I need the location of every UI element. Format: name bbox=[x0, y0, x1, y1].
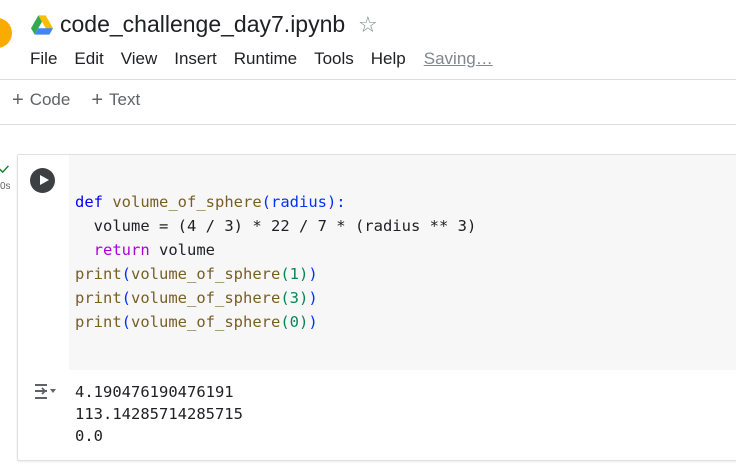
code-token: print bbox=[75, 313, 122, 331]
menu-edit[interactable]: Edit bbox=[74, 49, 103, 71]
menu-view[interactable]: View bbox=[121, 49, 158, 71]
code-token: ) bbox=[308, 265, 318, 283]
colab-logo-icon[interactable] bbox=[0, 18, 12, 48]
cell-gutter bbox=[18, 155, 68, 370]
add-text-label: Text bbox=[109, 90, 141, 109]
code-editor[interactable]: def volume_of_sphere(radius): volume = (… bbox=[69, 155, 736, 370]
menu-runtime[interactable]: Runtime bbox=[234, 49, 297, 71]
plus-icon: + bbox=[91, 89, 104, 111]
add-code-label: Code bbox=[29, 90, 71, 109]
menu-tools[interactable]: Tools bbox=[314, 49, 354, 71]
code-token: volume_of_sphere bbox=[112, 193, 262, 211]
code-token: (1) bbox=[280, 265, 309, 283]
code-token: volume bbox=[149, 241, 215, 259]
code-token: ( bbox=[121, 313, 132, 331]
add-code-button[interactable]: + Code bbox=[12, 90, 70, 110]
code-token: (3) bbox=[280, 289, 309, 307]
menu-help[interactable]: Help bbox=[371, 49, 406, 71]
menu-insert[interactable]: Insert bbox=[174, 49, 217, 71]
code-token: volume_of_sphere bbox=[131, 313, 281, 331]
code-token: return bbox=[93, 241, 150, 259]
menu-bar: File Edit View Insert Runtime Tools Help… bbox=[30, 49, 493, 71]
add-text-button[interactable]: + Text bbox=[91, 90, 140, 110]
code-token: def bbox=[75, 193, 103, 211]
notebook-title[interactable]: code_challenge_day7.ipynb bbox=[60, 11, 345, 38]
output-line: 113.14285714285715 bbox=[75, 405, 243, 423]
code-token: volume_of_sphere bbox=[131, 289, 281, 307]
code-token: (0) bbox=[280, 313, 309, 331]
code-token: ( bbox=[121, 289, 132, 307]
header-divider bbox=[0, 79, 736, 80]
code-token: volume_of_sphere bbox=[131, 265, 281, 283]
code-text[interactable]: def volume_of_sphere(radius): volume = (… bbox=[75, 190, 476, 334]
google-drive-icon bbox=[31, 15, 53, 35]
code-cell[interactable]: def volume_of_sphere(radius): volume = (… bbox=[17, 154, 736, 461]
output-menu-icon[interactable] bbox=[32, 381, 58, 403]
cell-output: 4.190476190476191 113.14285714285715 0.0 bbox=[75, 381, 243, 447]
toolbar: + Code + Text bbox=[12, 90, 161, 110]
plus-icon: + bbox=[12, 89, 24, 111]
checkmark-icon bbox=[0, 165, 9, 173]
star-icon[interactable]: ☆ bbox=[358, 12, 378, 38]
code-token: ) bbox=[308, 313, 318, 331]
save-status[interactable]: Saving… bbox=[424, 49, 493, 71]
toolbar-divider bbox=[0, 124, 736, 125]
code-token: ( bbox=[121, 265, 132, 283]
code-token: (4 / 3) * 22 / 7 * (radius ** 3) bbox=[177, 217, 477, 235]
output-line: 4.190476190476191 bbox=[75, 383, 234, 401]
code-token: print bbox=[75, 289, 122, 307]
execution-time: 0s bbox=[0, 181, 11, 192]
code-token: ) bbox=[308, 289, 318, 307]
run-cell-button[interactable] bbox=[30, 168, 55, 193]
code-token: volume = bbox=[93, 217, 178, 235]
code-token: print bbox=[75, 265, 122, 283]
code-token: (radius): bbox=[261, 193, 346, 211]
menu-file[interactable]: File bbox=[30, 49, 57, 71]
output-line: 0.0 bbox=[75, 427, 103, 445]
